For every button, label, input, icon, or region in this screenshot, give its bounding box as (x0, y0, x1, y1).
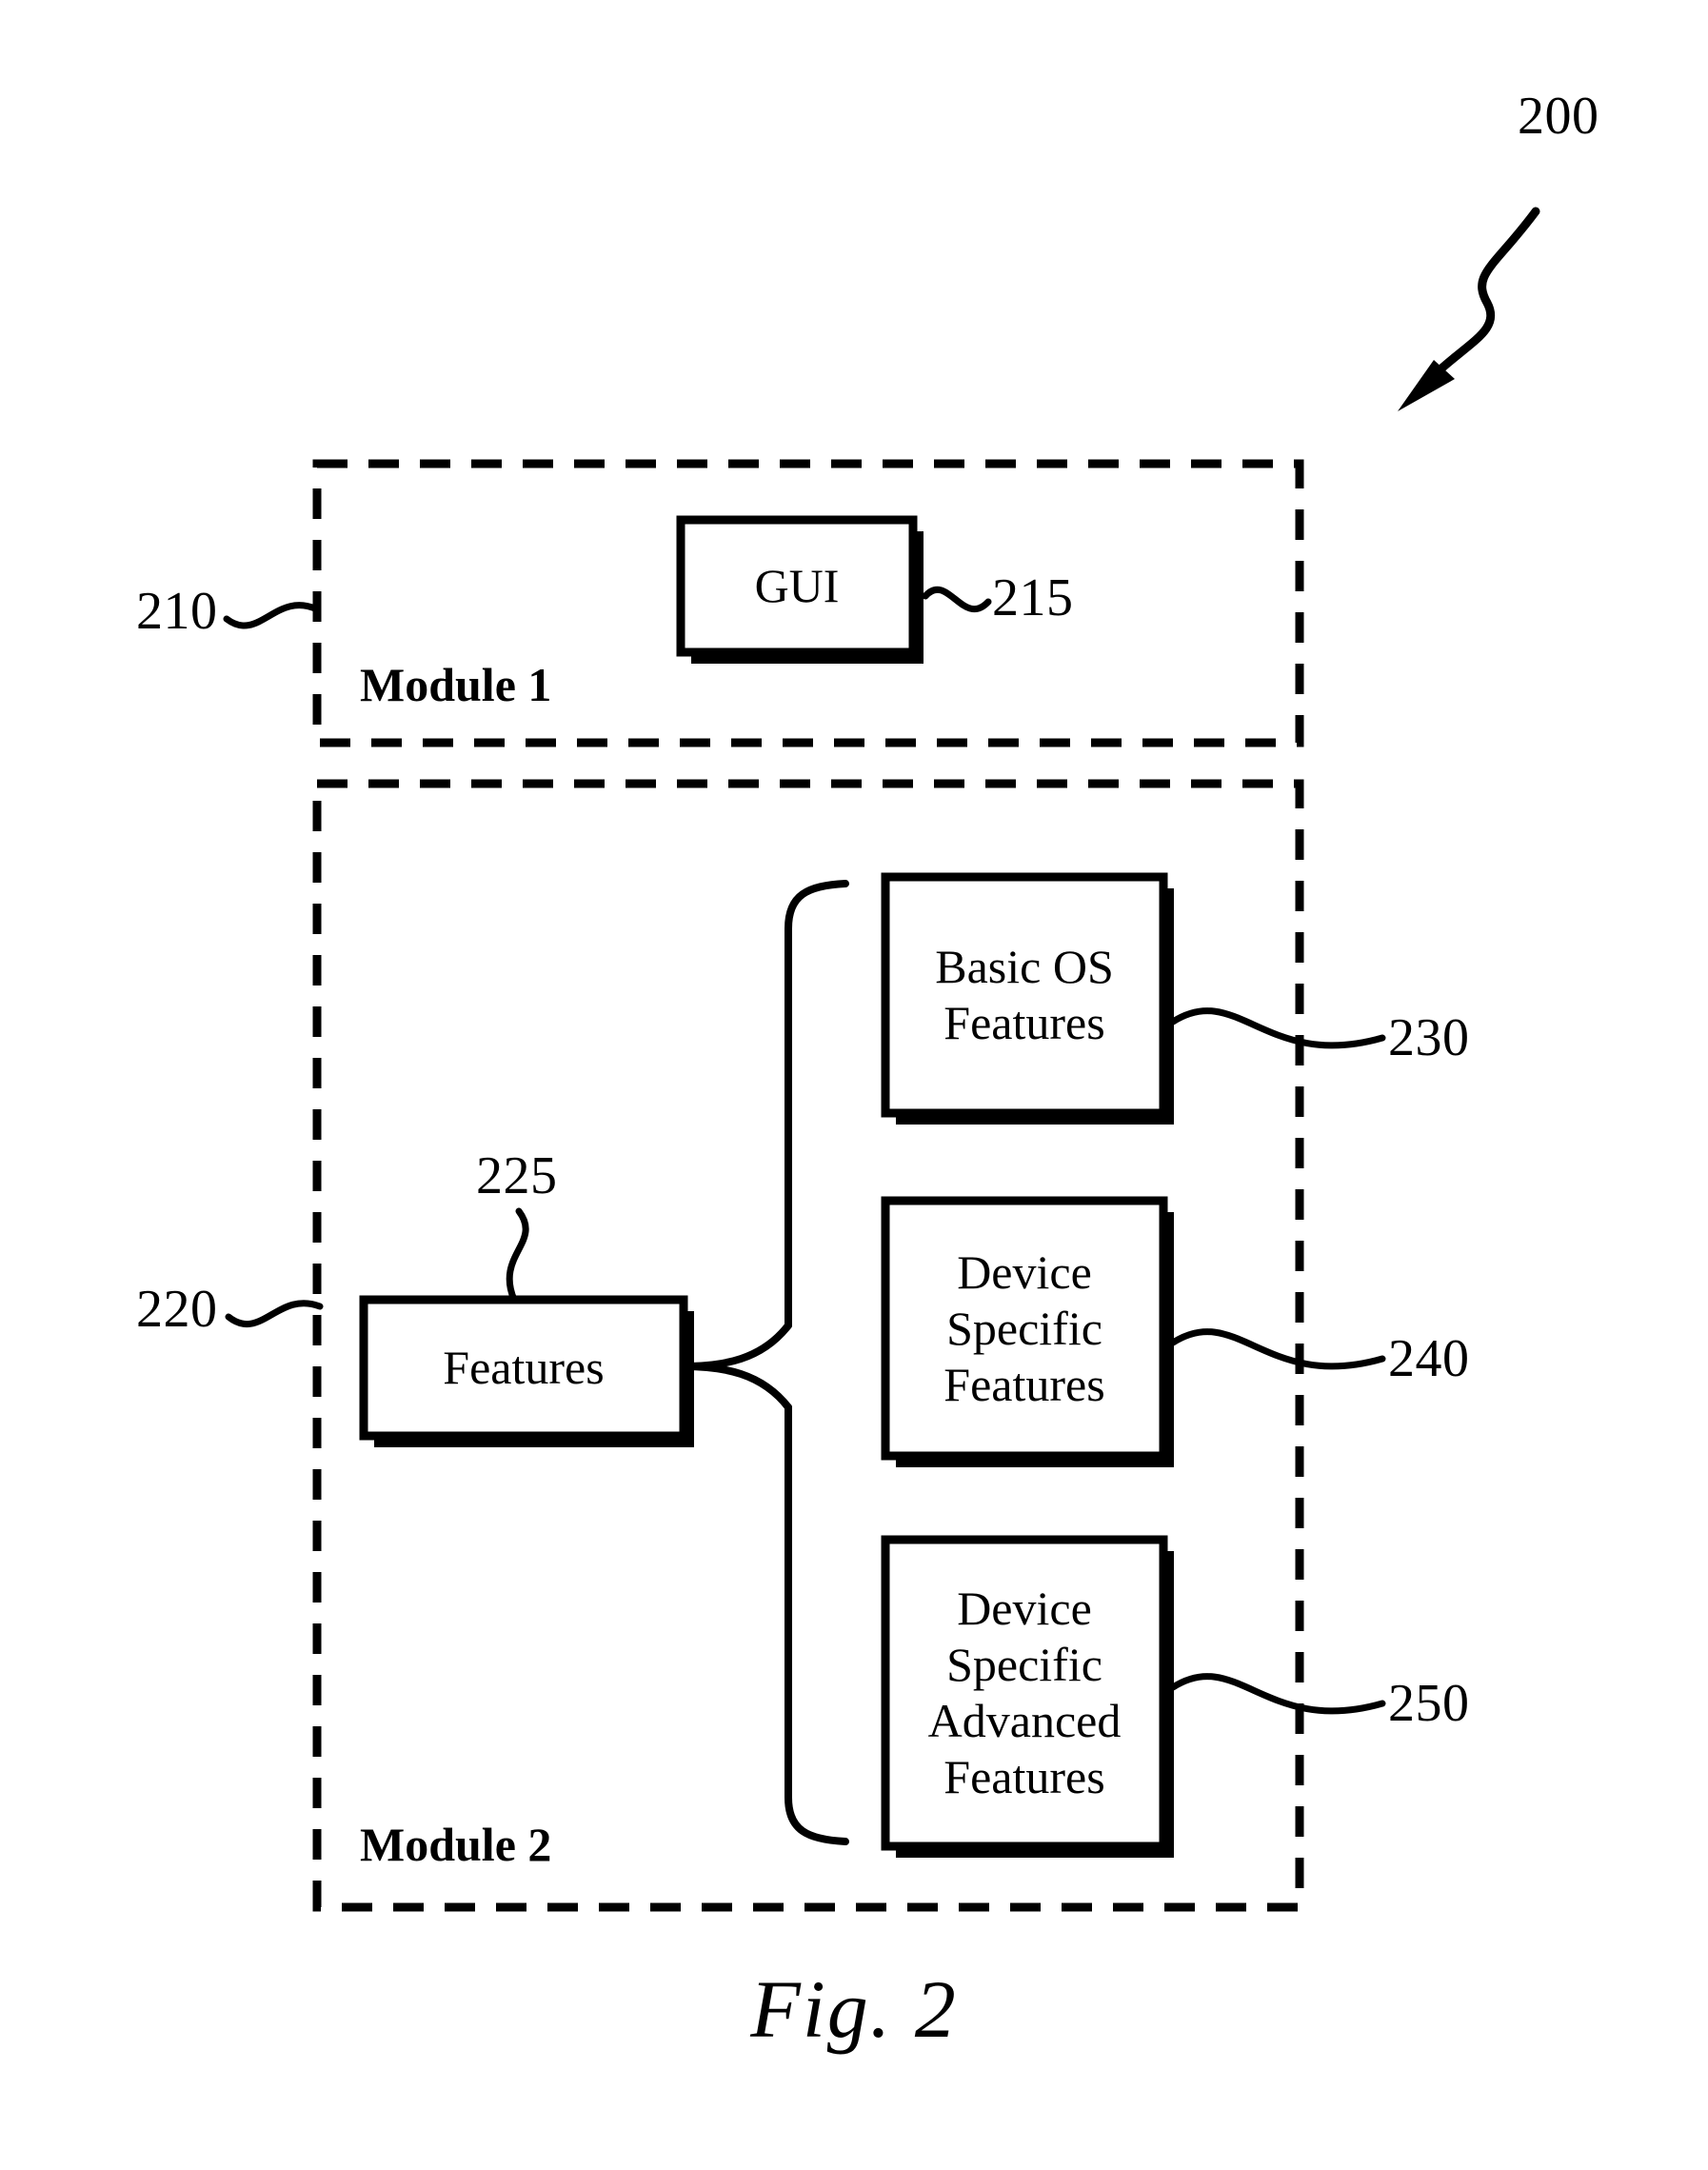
patent-figure: 200 210 Module 1 GUI 215 220 Module 2 22… (0, 0, 1708, 2170)
features-box (359, 1295, 688, 1441)
features-ref-225: 225 (476, 1146, 558, 1205)
leader-215 (922, 586, 992, 612)
basic-os-features-box (881, 872, 1168, 1118)
device-specific-features-box (881, 1196, 1168, 1461)
module-1-ref: 210 (136, 582, 218, 641)
device-specific-advanced-features-box (881, 1535, 1168, 1851)
figure-ref-200: 200 (1518, 87, 1599, 146)
gui-box (676, 515, 918, 657)
figure-ref-arrow (1398, 207, 1540, 411)
figure-line-art (223, 207, 1540, 1912)
leader-230 (1169, 1007, 1386, 1049)
leader-220 (225, 1300, 324, 1327)
leader-240 (1169, 1328, 1386, 1370)
module-2-ref: 220 (136, 1280, 218, 1339)
device-specific-advanced-features-ref-250: 250 (1388, 1674, 1470, 1733)
brace-connector (680, 880, 849, 1845)
leader-225 (506, 1207, 529, 1304)
figure-caption: Fig. 2 (750, 1963, 958, 2055)
device-specific-features-ref-240: 240 (1388, 1329, 1470, 1388)
module-1-name: Module 1 (360, 658, 552, 711)
module-2-name: Module 2 (360, 1818, 552, 1871)
gui-ref-215: 215 (992, 568, 1074, 627)
leader-210 (223, 602, 321, 629)
leader-250 (1169, 1673, 1386, 1715)
basic-os-features-ref-230: 230 (1388, 1008, 1470, 1067)
